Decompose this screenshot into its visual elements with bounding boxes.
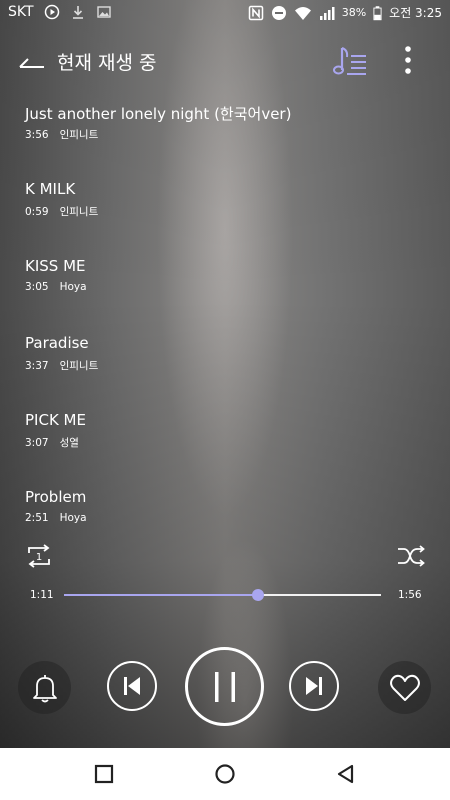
total-time: 1:56 [398,589,422,601]
image-icon [96,6,111,18]
song-item[interactable]: Paradise 3:37 인피니트 [0,326,450,403]
song-artist: Hoya [59,281,87,293]
song-duration: 3:07 [25,437,49,449]
pause-button[interactable] [185,647,264,726]
song-meta: 3:07 성열 [25,435,79,450]
song-artist: 성열 [59,437,79,449]
repeat-one-icon[interactable]: 1 [25,543,53,569]
repeat-badge: 1 [36,552,42,563]
song-meta: 3:37 인피니트 [25,358,98,373]
elapsed-time: 1:11 [30,589,54,601]
song-artist: 인피니트 [59,206,99,218]
song-duration: 3:37 [25,360,49,372]
status-bar: SKT 38% 오전 3:25 [0,0,450,26]
song-meta: 3:56 인피니트 [25,127,98,142]
song-title: Problem [25,488,87,506]
battery-icon [373,5,382,20]
battery-percent: 38% [341,6,367,19]
wifi-icon [294,6,311,20]
song-title: KISS ME [25,257,86,275]
shuffle-icon[interactable] [396,543,426,569]
song-artist: 인피니트 [59,360,99,372]
recent-apps-icon[interactable] [92,762,116,786]
song-item[interactable]: Problem 2:51 Hoya [0,480,450,557]
song-duration: 0:59 [25,206,49,218]
back-arrow-icon[interactable] [16,48,46,74]
song-item[interactable]: PICK ME 3:07 성열 [0,403,450,480]
song-meta: 3:05 Hoya [25,281,87,293]
sleep-timer-button[interactable] [18,661,71,714]
song-item[interactable]: Just another lonely night (한국어ver) 3:56 인… [0,95,450,172]
more-options-icon[interactable] [396,44,420,78]
seek-progress [64,594,258,596]
signal-icon [319,6,335,20]
song-title: Paradise [25,334,89,352]
favorite-button[interactable] [378,661,431,714]
page-title: 현재 재생 중 [57,52,157,74]
seek-thumb[interactable] [252,589,264,601]
skip-next-icon [306,677,322,695]
nfc-icon [248,5,263,20]
previous-button[interactable] [107,661,157,711]
pause-icon [214,671,235,702]
heart-icon [389,674,420,701]
song-meta: 0:59 인피니트 [25,204,98,219]
song-meta: 2:51 Hoya [25,512,87,524]
playlist-queue-icon[interactable] [333,44,369,78]
next-button[interactable] [289,661,339,711]
navigation-bar [0,748,450,800]
do-not-disturb-icon [271,5,286,20]
song-title: K MILK [25,180,76,198]
song-duration: 3:56 [25,129,49,141]
clock: 오전 3:25 [389,6,442,20]
carrier-label: SKT [8,4,34,20]
home-icon[interactable] [213,762,237,786]
play-circle-icon [44,4,59,20]
song-duration: 3:05 [25,281,49,293]
download-icon [72,6,83,19]
skip-previous-icon [124,677,140,695]
app-bar: 현재 재생 중 [0,30,450,94]
song-duration: 2:51 [25,512,49,524]
song-title: Just another lonely night (한국어ver) [25,105,292,123]
song-artist: Hoya [59,512,87,524]
back-icon[interactable] [334,762,358,786]
song-item[interactable]: K MILK 0:59 인피니트 [0,172,450,249]
song-title: PICK ME [25,411,86,429]
bell-icon [32,674,57,702]
song-item[interactable]: KISS ME 3:05 Hoya [0,249,450,326]
seek-bar[interactable] [64,589,381,601]
song-artist: 인피니트 [59,129,99,141]
